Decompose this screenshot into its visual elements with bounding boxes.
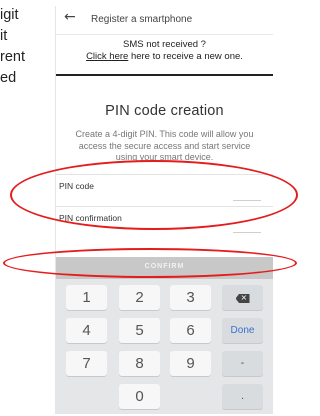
resend-text: here to receive a new one. [128, 51, 243, 62]
arrow-left-icon[interactable]: ← [64, 9, 76, 25]
key-6[interactable]: 6 [170, 318, 211, 343]
pin-description: Create a 4-digit PIN. This code will all… [75, 129, 254, 162]
click-here-link[interactable]: Click here [86, 51, 128, 62]
key-1[interactable]: 1 [66, 285, 107, 310]
key-3[interactable]: 3 [170, 285, 211, 310]
pin-confirmation-underline [233, 232, 261, 233]
sms-notice: SMS not received ? Click here here to re… [56, 39, 273, 63]
key-9[interactable]: 9 [170, 351, 211, 376]
backspace-icon: × [235, 294, 250, 303]
pin-fields-highlight-ellipse [10, 160, 298, 230]
done-key[interactable]: Done [222, 318, 263, 343]
key-4[interactable]: 4 [66, 318, 107, 343]
dot-key[interactable]: . [222, 384, 263, 409]
key-2[interactable]: 2 [119, 285, 160, 310]
sms-not-received-text: SMS not received ? [123, 39, 206, 50]
doc-text-fragment: ed [0, 70, 17, 86]
divider [56, 74, 273, 76]
key-8[interactable]: 8 [119, 351, 160, 376]
key-5[interactable]: 5 [119, 318, 160, 343]
confirm-highlight-ellipse [3, 248, 297, 278]
doc-text-fragment: rent [0, 49, 25, 65]
doc-text-fragment: it [0, 28, 8, 44]
numeric-keypad: 1 2 3 × 4 5 6 Done 7 8 9 - 0 . [56, 279, 273, 414]
minus-key[interactable]: - [222, 351, 263, 376]
resend-line: Click here here to receive a new one. [56, 51, 273, 63]
doc-text-fragment: igit [0, 7, 19, 23]
key-0[interactable]: 0 [119, 384, 160, 409]
pin-creation-title: PIN code creation [105, 103, 224, 119]
top-bar: ← Register a smartphone [56, 6, 273, 35]
key-7[interactable]: 7 [66, 351, 107, 376]
page-title: Register a smartphone [91, 14, 193, 25]
delete-key[interactable]: × [222, 285, 263, 310]
